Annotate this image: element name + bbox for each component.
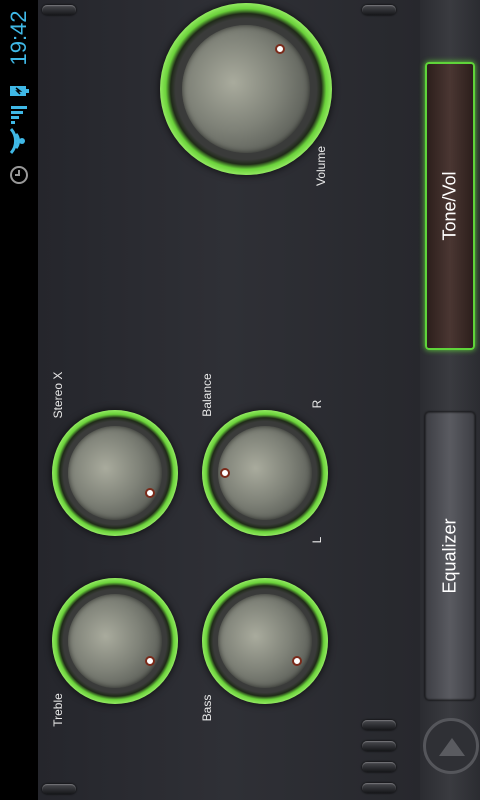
- tab-tone-vol[interactable]: Tone/Vol: [425, 62, 475, 350]
- volume-label: Volume: [314, 145, 328, 187]
- treble-knob[interactable]: [52, 578, 178, 704]
- panel-screw: [42, 5, 76, 15]
- stereo-x-label: Stereo X: [51, 371, 65, 419]
- status-bar: 19:42: [0, 0, 38, 800]
- bass-label: Bass: [200, 694, 214, 722]
- tab-equalizer[interactable]: Equalizer: [425, 412, 475, 700]
- tab-equalizer-label: Equalizer: [439, 518, 460, 594]
- treble-label: Treble: [51, 693, 65, 727]
- balance-left-label: L: [310, 536, 324, 544]
- volume-knob[interactable]: [160, 3, 332, 175]
- stereo-x-knob[interactable]: [52, 410, 178, 536]
- panel-screw: [362, 5, 396, 15]
- balance-label: Balance: [200, 373, 214, 417]
- balance-right-label: R: [310, 399, 324, 409]
- panel-screw: [362, 741, 396, 751]
- knob-face: [68, 594, 162, 688]
- battery-icon: [6, 78, 32, 104]
- status-time: 19:42: [6, 10, 31, 66]
- knob-indicator: [292, 656, 302, 666]
- knob-indicator: [275, 44, 285, 54]
- panel-screw: [42, 784, 76, 794]
- bass-knob[interactable]: [202, 578, 328, 704]
- panel-screw: [362, 720, 396, 730]
- tab-tone-vol-label: Tone/Vol: [439, 171, 460, 241]
- signal-icon: [6, 104, 32, 126]
- balance-knob[interactable]: [202, 410, 328, 536]
- alarm-icon: [6, 162, 32, 188]
- triangle-up-icon: [439, 738, 465, 756]
- knob-face: [218, 426, 312, 520]
- panel-screw: [362, 762, 396, 772]
- wifi-icon: [6, 126, 32, 156]
- knob-face: [68, 426, 162, 520]
- knob-indicator: [145, 656, 155, 666]
- knob-face: [218, 594, 312, 688]
- panel-screw: [362, 783, 396, 793]
- knob-indicator: [220, 468, 230, 478]
- knob-face: [182, 25, 310, 153]
- scroll-up-button[interactable]: [423, 718, 479, 774]
- knob-indicator: [145, 488, 155, 498]
